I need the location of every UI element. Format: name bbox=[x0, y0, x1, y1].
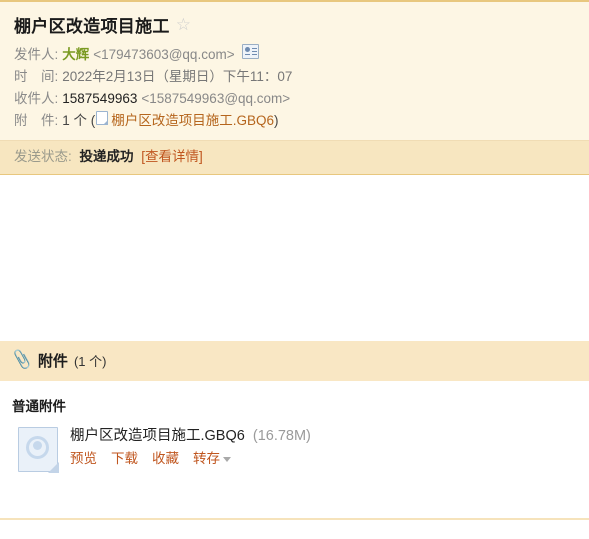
paperclip-icon: 📎 bbox=[10, 349, 34, 371]
download-link[interactable]: 下载 bbox=[111, 449, 138, 469]
recipient-label: 收件人: bbox=[14, 91, 59, 106]
recipient-row: 收件人: 1587549963 <1587549963@qq.com> bbox=[14, 88, 575, 110]
date-row: 时 间: 2022年2月13日（星期日）下午11：07 bbox=[14, 66, 575, 88]
attachments-title: 附件 bbox=[37, 353, 68, 370]
attachment-info: 棚户区改造项目施工.GBQ6 (16.78M) 预览 下载 收藏 转存 bbox=[70, 425, 575, 469]
date-label: 时 间: bbox=[14, 69, 59, 84]
attachment-name-row: 棚户区改造项目施工.GBQ6 (16.78M) bbox=[70, 425, 575, 447]
attachments-body: 普通附件 棚户区改造项目施工.GBQ6 (16.78M) 预览 下载 收藏 转存 bbox=[0, 381, 589, 473]
mail-message-view: 棚户区改造项目施工 ☆ 发件人: 大辉 <179473603@qq.com> 时… bbox=[0, 0, 589, 539]
attachment-file-name[interactable]: 棚户区改造项目施工.GBQ6 bbox=[70, 428, 245, 444]
save-to-label: 转存 bbox=[193, 451, 220, 466]
recipient-email[interactable]: <1587549963@qq.com> bbox=[141, 88, 290, 110]
date-value: 2022年2月13日（星期日）下午11：07 bbox=[62, 69, 293, 84]
mail-header-inner: 棚户区改造项目施工 ☆ 发件人: 大辉 <179473603@qq.com> 时… bbox=[0, 2, 589, 140]
page-title: 棚户区改造项目施工 bbox=[14, 17, 170, 36]
mail-body-content bbox=[0, 175, 589, 341]
chevron-down-icon bbox=[223, 456, 231, 462]
attachment-summary-row: 附 件: 1 个 ( 棚户区改造项目施工.GBQ6 ) bbox=[14, 110, 575, 132]
preview-link[interactable]: 预览 bbox=[70, 449, 97, 469]
attachment-file-size: (16.78M) bbox=[252, 428, 311, 444]
attachment-count-text: 1 个 ( bbox=[62, 113, 96, 128]
status-badge: 投递成功 bbox=[79, 149, 134, 164]
document-icon bbox=[96, 111, 109, 125]
mail-header: 棚户区改造项目施工 ☆ 发件人: 大辉 <179473603@qq.com> 时… bbox=[0, 0, 589, 175]
send-status-label: 发送状态: bbox=[14, 149, 72, 164]
bottom-divider bbox=[0, 518, 589, 520]
attachment-actions: 预览 下载 收藏 转存 bbox=[70, 449, 575, 469]
subject-row: 棚户区改造项目施工 ☆ bbox=[14, 12, 575, 37]
view-details-link[interactable]: [查看详情] bbox=[141, 149, 203, 164]
sender-label: 发件人: bbox=[14, 47, 59, 62]
send-status-bar: 发送状态: 投递成功 [查看详情] bbox=[0, 140, 589, 174]
star-outline-icon[interactable]: ☆ bbox=[176, 16, 191, 33]
sender-row: 发件人: 大辉 <179473603@qq.com> bbox=[14, 44, 575, 66]
attachment-group-title: 普通附件 bbox=[12, 399, 66, 414]
attachment-close-paren: ) bbox=[274, 113, 279, 128]
generic-file-icon[interactable] bbox=[18, 427, 59, 473]
attachments-section-header: 📎 附件 (1 个) bbox=[0, 341, 589, 381]
attachment-label: 附 件: bbox=[14, 113, 59, 128]
recipient-name[interactable]: 1587549963 bbox=[62, 88, 137, 110]
contact-card-icon[interactable] bbox=[241, 44, 259, 59]
list-item: 棚户区改造项目施工.GBQ6 (16.78M) 预览 下载 收藏 转存 bbox=[12, 425, 575, 473]
save-to-dropdown[interactable]: 转存 bbox=[193, 449, 231, 469]
sender-email[interactable]: <179473603@qq.com> bbox=[93, 44, 234, 66]
favorite-link[interactable]: 收藏 bbox=[152, 449, 179, 469]
sender-name[interactable]: 大辉 bbox=[62, 44, 89, 66]
attachments-count: (1 个) bbox=[73, 354, 107, 369]
attachment-inline-name[interactable]: 棚户区改造项目施工.GBQ6 bbox=[111, 110, 274, 132]
